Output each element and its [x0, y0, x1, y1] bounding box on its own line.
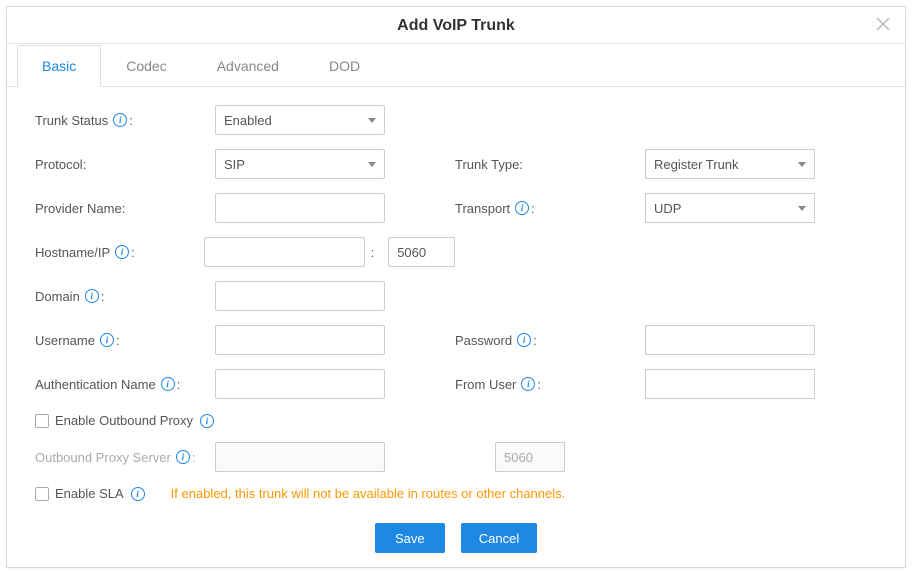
- domain-input[interactable]: [215, 281, 385, 311]
- domain-label: Domain :: [35, 289, 215, 304]
- cancel-button[interactable]: Cancel: [461, 523, 537, 553]
- info-icon[interactable]: [100, 333, 114, 347]
- tab-advanced[interactable]: Advanced: [192, 45, 304, 87]
- hostname-ip-label: Hostname/IP :: [35, 245, 204, 260]
- chevron-down-icon: [368, 118, 376, 123]
- dialog-header: Add VoIP Trunk: [7, 7, 905, 44]
- chevron-down-icon: [798, 206, 806, 211]
- info-icon[interactable]: [115, 245, 129, 259]
- tab-dod[interactable]: DOD: [304, 45, 385, 87]
- from-user-label: From User :: [455, 377, 645, 392]
- info-icon[interactable]: [521, 377, 535, 391]
- info-icon[interactable]: [161, 377, 175, 391]
- info-icon[interactable]: [517, 333, 531, 347]
- close-icon[interactable]: [875, 17, 891, 33]
- username-input[interactable]: [215, 325, 385, 355]
- hostname-ip-input[interactable]: [204, 237, 365, 267]
- trunk-status-select[interactable]: Enabled: [215, 105, 385, 135]
- port-separator: :: [371, 245, 375, 260]
- save-button[interactable]: Save: [375, 523, 445, 553]
- info-icon[interactable]: [176, 450, 190, 464]
- chevron-down-icon: [368, 162, 376, 167]
- auth-name-input[interactable]: [215, 369, 385, 399]
- provider-name-label: Provider Name:: [35, 201, 215, 216]
- info-icon[interactable]: [131, 487, 145, 501]
- sla-warning-text: If enabled, this trunk will not be avail…: [171, 486, 566, 501]
- outbound-proxy-server-label: Outbound Proxy Server :: [35, 450, 215, 465]
- protocol-select[interactable]: SIP: [215, 149, 385, 179]
- from-user-input[interactable]: [645, 369, 815, 399]
- tab-basic[interactable]: Basic: [17, 45, 101, 87]
- chevron-down-icon: [798, 162, 806, 167]
- provider-name-input[interactable]: [215, 193, 385, 223]
- trunk-status-label: Trunk Status :: [35, 113, 215, 128]
- transport-select[interactable]: UDP: [645, 193, 815, 223]
- password-label: Password :: [455, 333, 645, 348]
- enable-outbound-proxy-label: Enable Outbound Proxy: [55, 413, 193, 428]
- dialog-footer: Save Cancel: [7, 515, 905, 567]
- username-label: Username :: [35, 333, 215, 348]
- form-body: Trunk Status : Enabled Protocol: SIP Tru…: [7, 87, 905, 515]
- protocol-label: Protocol:: [35, 157, 215, 172]
- outbound-proxy-port-input: 5060: [495, 442, 565, 472]
- enable-sla-label: Enable SLA: [55, 486, 124, 501]
- enable-sla-checkbox[interactable]: [35, 487, 49, 501]
- info-icon[interactable]: [113, 113, 127, 127]
- transport-label: Transport :: [455, 201, 645, 216]
- password-input[interactable]: [645, 325, 815, 355]
- info-icon[interactable]: [200, 414, 214, 428]
- enable-outbound-proxy-checkbox[interactable]: [35, 414, 49, 428]
- add-voip-trunk-dialog: Add VoIP Trunk Basic Codec Advanced DOD …: [6, 6, 906, 568]
- trunk-type-select[interactable]: Register Trunk: [645, 149, 815, 179]
- tab-codec[interactable]: Codec: [101, 45, 191, 87]
- hostname-port-input[interactable]: 5060: [388, 237, 455, 267]
- info-icon[interactable]: [515, 201, 529, 215]
- info-icon[interactable]: [85, 289, 99, 303]
- auth-name-label: Authentication Name :: [35, 377, 215, 392]
- dialog-title: Add VoIP Trunk: [397, 17, 515, 34]
- outbound-proxy-server-input: [215, 442, 385, 472]
- trunk-type-label: Trunk Type:: [455, 157, 645, 172]
- tab-bar: Basic Codec Advanced DOD: [7, 44, 905, 87]
